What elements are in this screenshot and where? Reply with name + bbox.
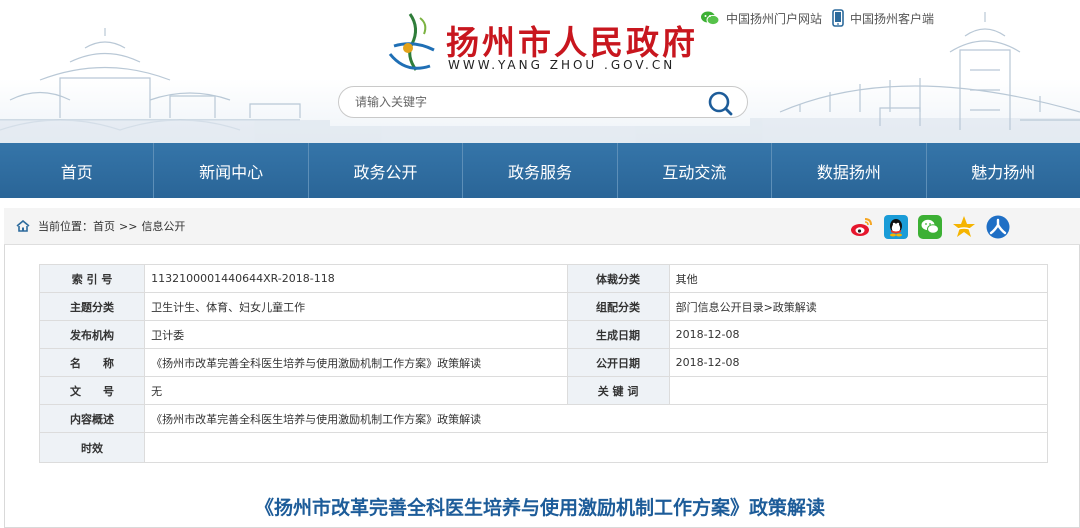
breadcrumb-bar: 当前位置： 首页 >> 信息公开 <box>4 208 1080 245</box>
published-date-label: 公开日期 <box>566 348 670 377</box>
genre-label: 体裁分类 <box>566 264 670 293</box>
keywords-value <box>668 376 1049 405</box>
index-number-label: 索 引 号 <box>38 264 146 293</box>
document-number-value: 无 <box>144 376 568 405</box>
nav-item-news[interactable]: 新闻中心 <box>154 143 309 198</box>
qzone-star-icon[interactable] <box>952 215 976 239</box>
wechat-icon <box>700 10 720 26</box>
site-title: 扬州市人民政府 <box>446 23 698 62</box>
table-row: 名 称 《扬州市改革完善全科医生培养与使用激励机制工作方案》政策解读 公开日期 … <box>38 348 1049 377</box>
renren-icon[interactable] <box>986 215 1010 239</box>
top-links: 中国扬州门户网站 中国扬州客户端 <box>700 8 944 28</box>
weibo-icon[interactable] <box>850 215 874 239</box>
publisher-value: 卫计委 <box>144 320 568 349</box>
created-date-value: 2018-12-08 <box>668 320 1049 349</box>
search-input[interactable] <box>355 95 695 109</box>
created-date-label: 生成日期 <box>566 320 670 349</box>
document-title: 《扬州市改革完善全科医生培养与使用激励机制工作方案》政策解读 <box>254 497 825 519</box>
validity-label: 时效 <box>38 432 146 463</box>
validity-value <box>144 432 1048 463</box>
breadcrumb-item-info-disclosure[interactable]: 信息公开 <box>141 218 185 234</box>
index-number-value: 1132100001440644XR-2018-118 <box>144 264 568 293</box>
info-disclosure-table: 索 引 号 1132100001440644XR-2018-118 体裁分类 其… <box>38 264 1049 463</box>
topic-category-label: 主题分类 <box>38 292 146 321</box>
summary-label: 内容概述 <box>38 404 146 433</box>
genre-value: 其他 <box>668 264 1049 293</box>
nav-item-charm-yangzhou[interactable]: 魅力扬州 <box>926 143 1080 198</box>
mobile-phone-icon <box>832 9 844 27</box>
document-number-label: 文 号 <box>38 376 146 405</box>
table-row: 内容概述 《扬州市改革完善全科医生培养与使用激励机制工作方案》政策解读 <box>38 404 1048 433</box>
breadcrumb: 当前位置： 首页 >> 信息公开 <box>16 218 185 234</box>
name-label: 名 称 <box>38 348 146 377</box>
nav-item-home[interactable]: 首页 <box>0 143 155 198</box>
table-row: 发布机构 卫计委 生成日期 2018-12-08 <box>38 320 1049 349</box>
yangzhou-logo-icon <box>388 13 435 71</box>
nav-item-data-yangzhou[interactable]: 数据扬州 <box>772 143 927 198</box>
grouping-category-label: 组配分类 <box>566 292 670 321</box>
home-icon <box>16 220 30 232</box>
qq-icon[interactable] <box>884 215 908 239</box>
search-box <box>338 86 748 118</box>
portal-link-label: 中国扬州门户网站 <box>726 11 823 26</box>
name-value: 《扬州市改革完善全科医生培养与使用激励机制工作方案》政策解读 <box>144 348 568 377</box>
client-app-link-label: 中国扬州客户端 <box>850 11 935 26</box>
keywords-label: 关 键 词 <box>566 376 670 405</box>
summary-value: 《扬州市改革完善全科医生培养与使用激励机制工作方案》政策解读 <box>144 404 1048 433</box>
breadcrumb-separator: >> <box>119 219 138 233</box>
share-icons <box>850 215 1020 239</box>
portal-link[interactable]: 中国扬州门户网站 <box>700 10 822 27</box>
nav-item-government-affairs[interactable]: 政务公开 <box>308 143 464 198</box>
main-nav: 首页 新闻中心 政务公开 政务服务 互动交流 数据扬州 魅力扬州 <box>0 143 1080 198</box>
topic-category-value: 卫生计生、体育、妇女儿童工作 <box>144 292 568 321</box>
publisher-label: 发布机构 <box>38 320 146 349</box>
client-app-link[interactable]: 中国扬州客户端 <box>832 9 934 27</box>
nav-item-interaction[interactable]: 互动交流 <box>617 143 773 198</box>
grouping-category-value: 部门信息公开目录>政策解读 <box>668 292 1049 321</box>
table-row: 索 引 号 1132100001440644XR-2018-118 体裁分类 其… <box>38 264 1049 293</box>
nav-item-government-services[interactable]: 政务服务 <box>463 143 618 198</box>
search-icon[interactable] <box>707 90 733 116</box>
published-date-value: 2018-12-08 <box>668 348 1049 377</box>
wechat-share-icon[interactable] <box>918 215 942 239</box>
site-header: 扬州市人民政府 WWW.YANG ZHOU .GOV.CN 中国扬州门户网站 中… <box>0 0 1080 143</box>
table-row: 主题分类 卫生计生、体育、妇女儿童工作 组配分类 部门信息公开目录>政策解读 <box>38 292 1049 321</box>
breadcrumb-prefix: 当前位置： <box>38 220 93 233</box>
table-row: 文 号 无 关 键 词 <box>38 376 1049 405</box>
site-url: WWW.YANG ZHOU .GOV.CN <box>448 58 676 72</box>
breadcrumb-item-home[interactable]: 首页 <box>93 218 115 234</box>
table-row: 时效 <box>38 432 1048 463</box>
